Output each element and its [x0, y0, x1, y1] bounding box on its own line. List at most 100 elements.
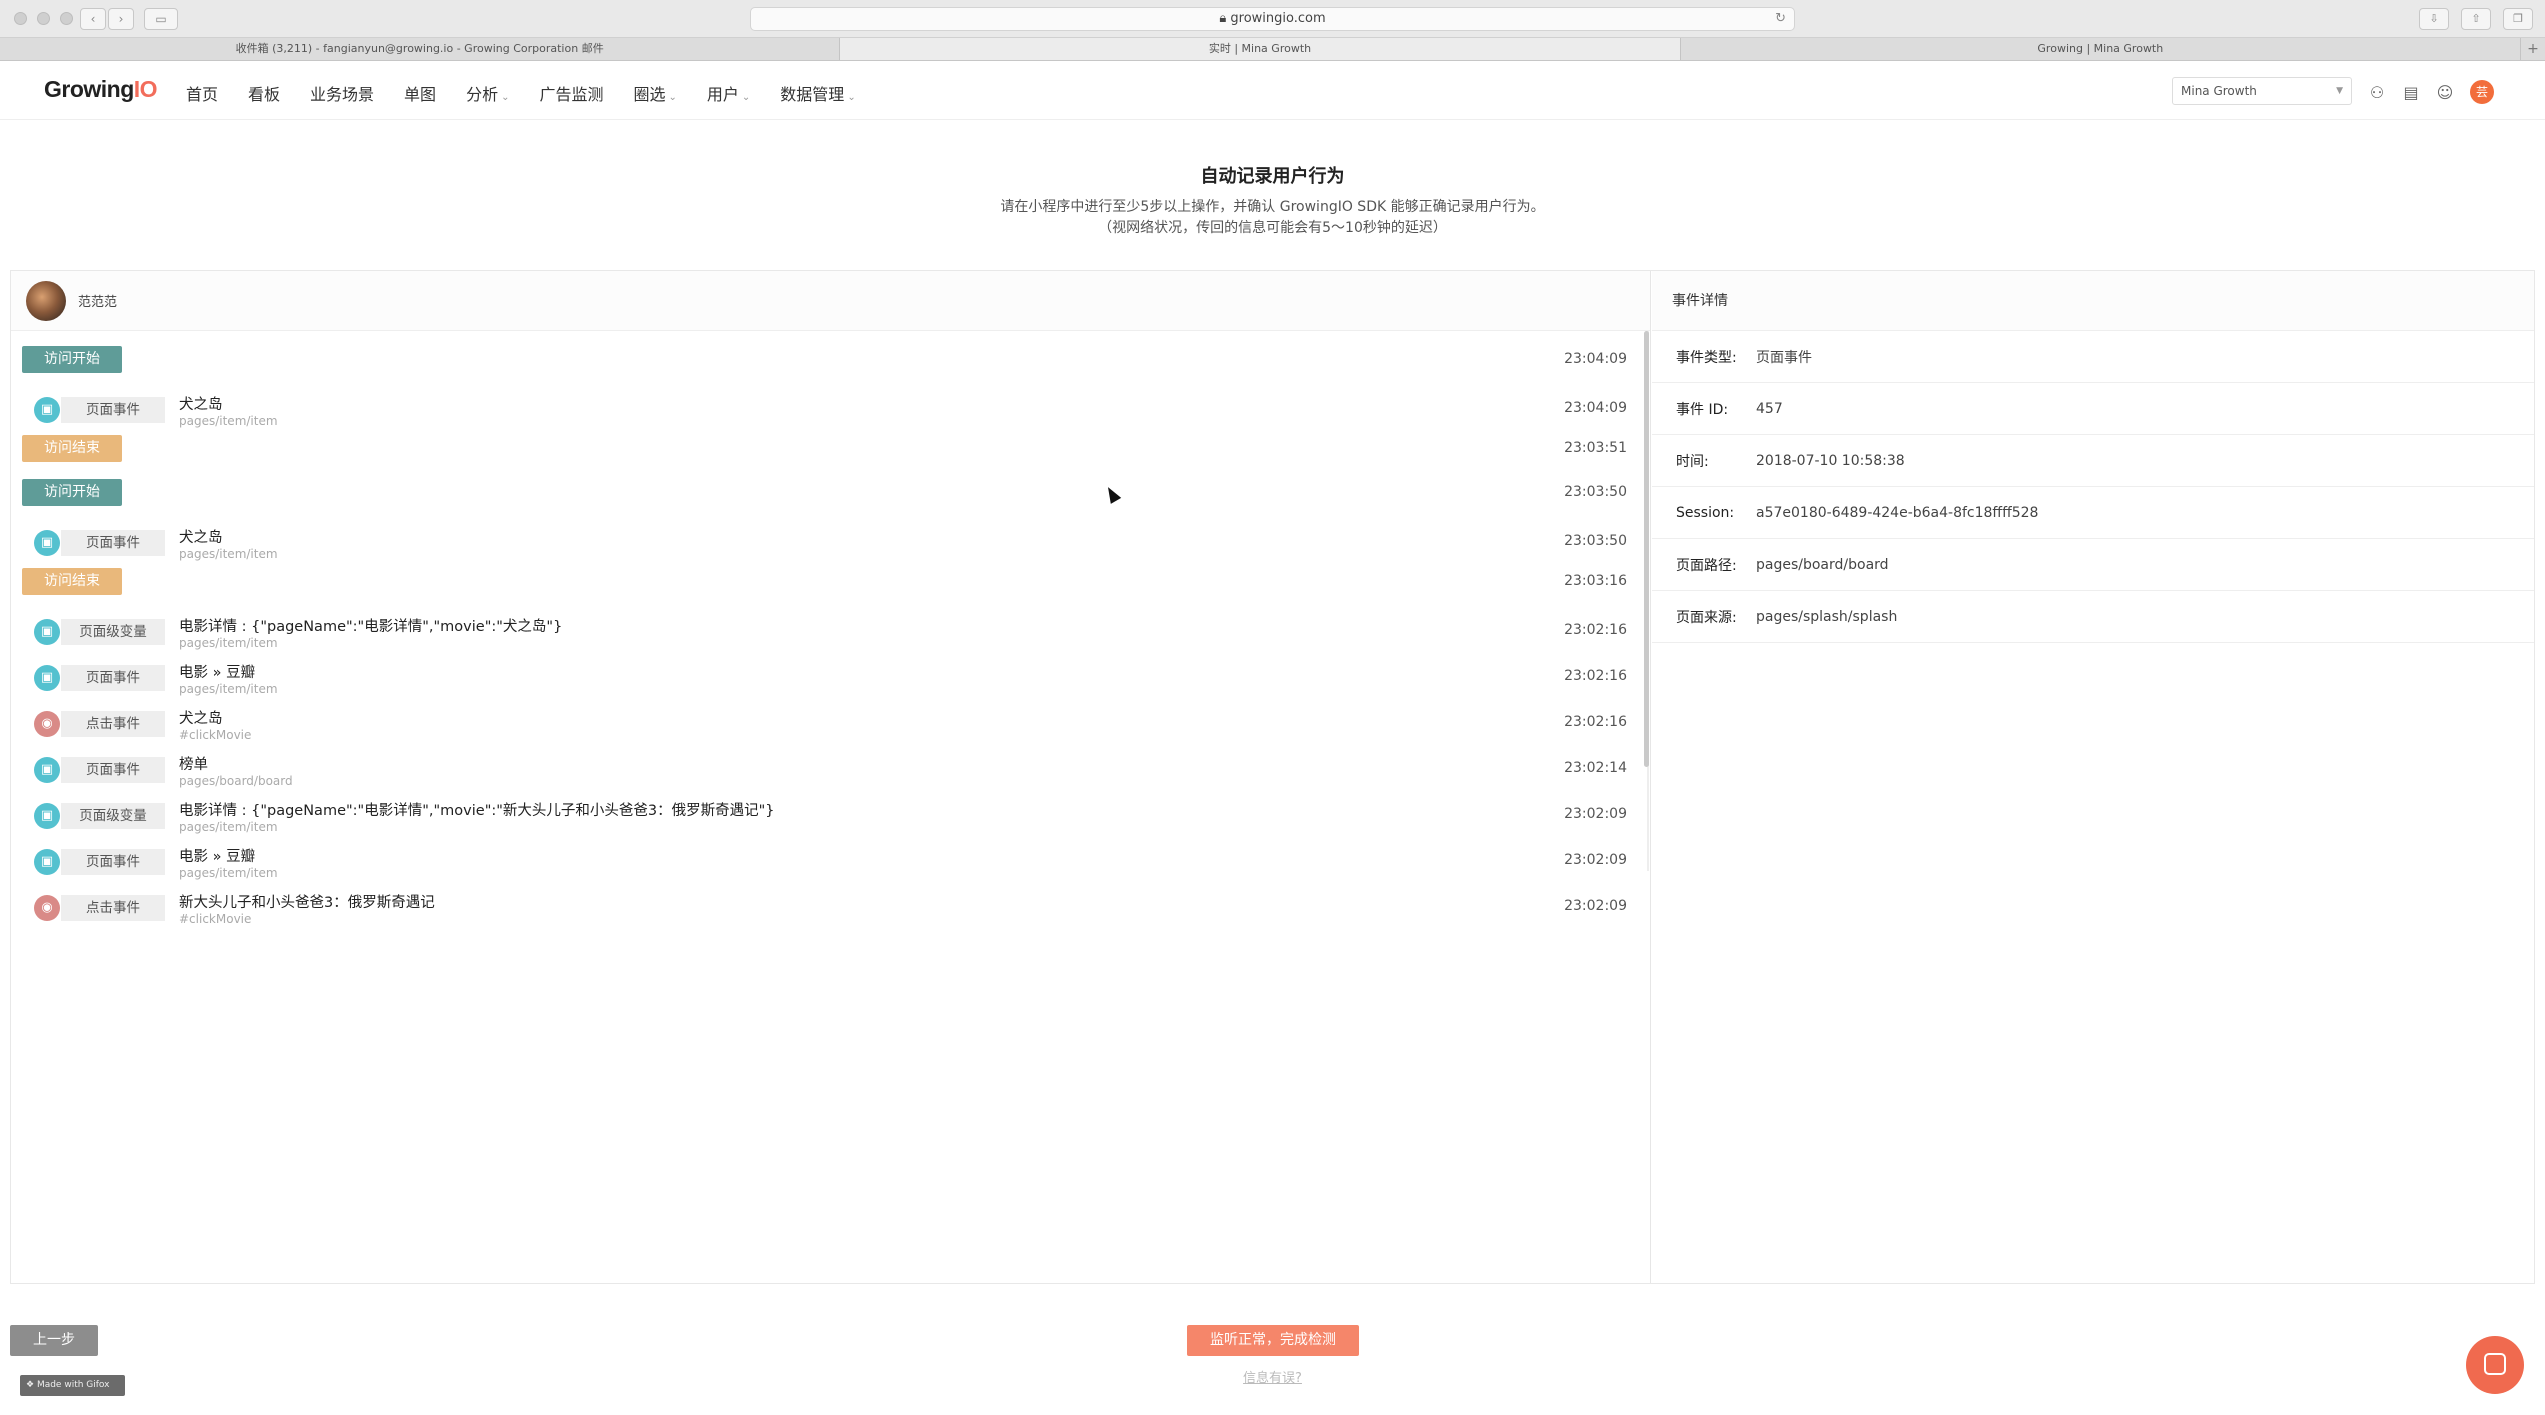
detail-row: 页面路径: pages/board/board [1652, 539, 2534, 591]
detail-row: Session: a57e0180-6489-424e-b6a4-8fc18fff… [1652, 487, 2534, 539]
previous-step-button[interactable]: 上一步 [10, 1325, 98, 1356]
document-icon[interactable]: ▤ [2402, 83, 2420, 102]
menu-data-management[interactable]: 数据管理 ⌄ [780, 81, 855, 105]
event-path: #clickMovie [179, 728, 252, 742]
menu-dashboard[interactable]: 看板 [248, 81, 280, 105]
user-avatar[interactable]: 芸 [2470, 80, 2494, 104]
event-row[interactable]: ▣ 页面级变量 电影详情 : {"pageName":"电影详情","movie":… [11, 615, 1639, 659]
nav-icon-group: ⚇ ▤ ☺ 芸 [2368, 80, 2494, 104]
finish-check-button[interactable]: 监听正常，完成检测 [1187, 1325, 1359, 1356]
detail-value: pages/board/board [1756, 556, 1889, 573]
page-icon: ▣ [34, 757, 60, 783]
event-type-tag: 页面级变量 [61, 619, 165, 645]
event-time: 23:02:16 [1564, 668, 1627, 684]
browser-tab-growing[interactable]: Growing | Mina Growth [1681, 38, 2521, 60]
detail-row: 事件类型: 页面事件 [1652, 331, 2534, 383]
support-icon[interactable]: ☺ [2436, 83, 2454, 102]
session-start-badge: 访问开始 [22, 346, 122, 373]
menu-single-chart[interactable]: 单图 [404, 81, 436, 105]
zoom-window-button[interactable] [60, 12, 73, 25]
detail-value: a57e0180-6489-424e-b6a4-8fc18ffff528 [1756, 504, 2039, 521]
browser-tab-realtime[interactable]: 实时 | Mina Growth [840, 38, 1681, 60]
event-path: pages/item/item [179, 866, 278, 880]
sidebar-toggle-icon[interactable]: ▭ [144, 8, 178, 30]
gifox-watermark: ❖ Made with Gifox [20, 1375, 125, 1396]
detail-heading: 事件详情 [1652, 271, 2534, 331]
event-type-tag: 页面事件 [61, 849, 165, 875]
event-row[interactable]: ◉ 点击事件 新大头儿子和小头爸爸3：俄罗斯奇遇记 #clickMovie 23:02:… [11, 891, 1639, 935]
project-select-value: Mina Growth [2181, 84, 2257, 98]
detail-value: 457 [1756, 400, 1783, 417]
event-path: pages/item/item [179, 820, 278, 834]
menu-home[interactable]: 首页 [186, 81, 218, 105]
app-navbar: GrowingIO 首页 看板 业务场景 单图 分析 ⌄ 广告监测 圈选 ⌄ 用户 ⌄… [0, 62, 2545, 120]
share-icon[interactable]: ⇧ [2461, 8, 2491, 30]
chevron-down-icon: ▼ [2336, 86, 2343, 96]
forward-icon[interactable]: › [108, 8, 134, 30]
event-row[interactable]: ▣ 页面事件 电影 » 豆瓣 pages/item/item 23:02:09 [11, 845, 1639, 889]
event-path: pages/item/item [179, 636, 278, 650]
event-row[interactable]: ▣ 页面级变量 电影详情 : {"pageName":"电影详情","movie":… [11, 799, 1639, 843]
info-wrong-link[interactable]: 信息有误? [0, 1367, 2545, 1386]
page-icon: ▣ [34, 530, 60, 556]
page-icon: ▣ [34, 397, 60, 423]
detail-key: 页面来源: [1676, 609, 1737, 626]
detail-key: Session: [1676, 504, 1735, 521]
detail-key: 事件类型: [1676, 349, 1737, 366]
menu-analysis-label: 分析 [466, 85, 499, 104]
event-path: pages/item/item [179, 414, 278, 428]
close-window-button[interactable] [14, 12, 27, 25]
event-time: 23:04:09 [1564, 351, 1627, 367]
browser-actions: ⇩ ⇧ ❐ [2419, 8, 2533, 30]
event-row[interactable]: ▣ 页面事件 电影 » 豆瓣 pages/item/item 23:02:16 [11, 661, 1639, 705]
event-type-tag: 页面事件 [61, 530, 165, 556]
back-icon[interactable]: ‹ [80, 8, 106, 30]
event-title: 电影详情 : {"pageName":"电影详情","movie":"新大头儿子… [179, 803, 775, 819]
menu-users-label: 用户 [706, 85, 739, 104]
detail-key: 时间: [1676, 453, 1709, 470]
event-list[interactable]: 访问开始 23:04:09 ▣ 页面事件 犬之岛 pages/item/item 23:04… [11, 332, 1651, 1283]
event-row[interactable]: ◉ 点击事件 犬之岛 #clickMovie 23:02:16 [11, 707, 1639, 751]
event-row[interactable]: ▣ 页面事件 犬之岛 pages/item/item 23:04:09 [11, 393, 1639, 437]
team-icon[interactable]: ⚇ [2368, 83, 2386, 102]
address-bar[interactable]: 🔒︎ growingio.com ↻ [750, 7, 1795, 31]
detail-row: 页面来源: pages/splash/splash [1652, 591, 2534, 643]
menu-circle-select[interactable]: 圈选 ⌄ [633, 81, 676, 105]
menu-circle-select-label: 圈选 [633, 85, 666, 104]
menu-ad-monitoring[interactable]: 广告监测 [539, 81, 603, 105]
main-menu: 首页 看板 业务场景 单图 分析 ⌄ 广告监测 圈选 ⌄ 用户 ⌄ 数据管理 ⌄ [186, 81, 856, 105]
event-path: #clickMovie [179, 912, 252, 926]
menu-business-scenes[interactable]: 业务场景 [310, 81, 374, 105]
new-tab-button[interactable]: + [2521, 38, 2545, 60]
event-time: 23:03:50 [1564, 533, 1627, 549]
event-row: 访问结束 23:03:16 [11, 568, 1639, 612]
event-title: 犬之岛 [179, 397, 223, 413]
growingio-logo[interactable]: GrowingIO [44, 76, 158, 103]
detail-value: pages/splash/splash [1756, 608, 1898, 625]
browser-tab-mail[interactable]: 收件箱 (3,211) - fangianyun@growing.io - Gr… [0, 38, 841, 60]
event-time: 23:02:09 [1564, 852, 1627, 868]
scrollbar-thumb[interactable] [1644, 331, 1649, 767]
event-path: pages/item/item [179, 547, 278, 561]
url-text: growingio.com [1230, 11, 1326, 26]
event-detail-panel: 事件详情 事件类型: 页面事件 事件 ID: 457 时间: 2018-07-10 1… [1652, 271, 2534, 1283]
reload-icon[interactable]: ↻ [1775, 8, 1786, 30]
description-note: （视网络状况，传回的信息可能会有5～10秒钟的延迟） [1098, 220, 1447, 236]
event-row[interactable]: ▣ 页面事件 犬之岛 pages/item/item 23:03:50 [11, 526, 1639, 570]
tabs-overview-icon[interactable]: ❐ [2503, 8, 2533, 30]
minimize-window-button[interactable] [37, 12, 50, 25]
chat-support-button[interactable] [2466, 1336, 2524, 1394]
download-icon[interactable]: ⇩ [2419, 8, 2449, 30]
detail-value: 页面事件 [1756, 349, 1812, 366]
menu-users[interactable]: 用户 ⌄ [707, 81, 750, 105]
event-time: 23:02:09 [1564, 806, 1627, 822]
event-type-tag: 页面事件 [61, 665, 165, 691]
event-type-tag: 页面级变量 [61, 803, 165, 829]
project-select[interactable]: Mina Growth ▼ [2172, 77, 2352, 105]
detail-row: 事件 ID: 457 [1652, 383, 2534, 435]
event-row: 访问结束 23:03:51 [11, 435, 1639, 479]
description-line: 请在小程序中进行至少5步以上操作，并确认 GrowingIO SDK 能够正确记… [1000, 199, 1545, 215]
menu-analysis[interactable]: 分析 ⌄ [466, 81, 509, 105]
event-row[interactable]: ▣ 页面事件 榜单 pages/board/board 23:02:14 [11, 753, 1639, 797]
event-title: 犬之岛 [179, 711, 223, 727]
